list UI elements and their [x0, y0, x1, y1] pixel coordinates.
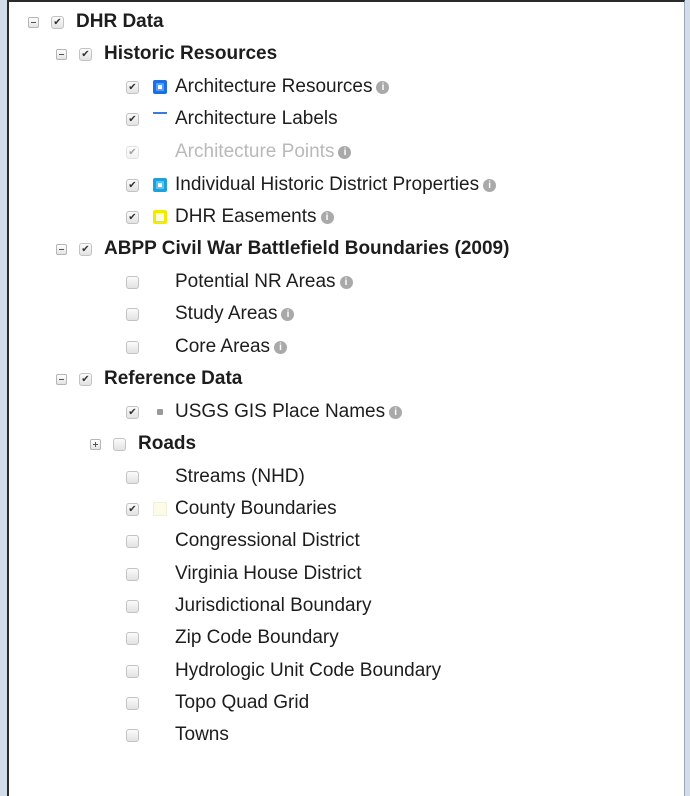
- checkbox-core-areas[interactable]: [126, 340, 139, 354]
- layer-jurisdictional-boundary[interactable]: Jurisdictional Boundary: [126, 590, 371, 622]
- layer-label: Roads: [138, 433, 197, 454]
- checkbox-streams[interactable]: [126, 470, 139, 484]
- checkbox-dhr-data[interactable]: [51, 15, 64, 29]
- layer-label: Core Areas: [175, 336, 271, 357]
- info-icon[interactable]: i: [320, 210, 334, 224]
- layer-topo-quad-grid[interactable]: Topo Quad Grid: [126, 687, 309, 719]
- collapse-icon[interactable]: [56, 48, 67, 60]
- layer-label: DHR Easements: [175, 206, 317, 227]
- layer-core-areas[interactable]: Core Areas i: [126, 331, 288, 363]
- layer-label: Historic Resources: [104, 43, 278, 64]
- layer-architecture-resources[interactable]: Architecture Resources i: [126, 71, 390, 103]
- layer-label: USGS GIS Place Names: [175, 401, 386, 422]
- layer-label: Zip Code Boundary: [175, 627, 339, 648]
- point-symbol-icon: [157, 409, 163, 415]
- layer-streams[interactable]: Streams (NHD): [126, 461, 305, 493]
- layer-label: Architecture Points: [175, 141, 335, 162]
- layer-group-reference-data[interactable]: Reference Data: [56, 363, 242, 395]
- layer-individual-historic-district-properties[interactable]: Individual Historic District Properties …: [126, 169, 497, 201]
- layer-towns[interactable]: Towns: [126, 719, 229, 751]
- cyan-square-symbol-icon: [153, 178, 167, 192]
- collapse-icon[interactable]: [28, 16, 39, 28]
- checkbox-individual-historic[interactable]: [126, 178, 139, 192]
- layer-label: Virginia House District: [175, 563, 362, 584]
- layer-dhr-easements[interactable]: DHR Easements i: [126, 201, 334, 233]
- layer-group-historic-resources[interactable]: Historic Resources: [56, 38, 277, 70]
- layer-congressional-district[interactable]: Congressional District: [126, 525, 360, 557]
- layer-label: Study Areas: [175, 303, 278, 324]
- checkbox-potential-nr[interactable]: [126, 275, 139, 289]
- checkbox-va-house[interactable]: [126, 567, 139, 581]
- layer-architecture-labels[interactable]: Architecture Labels: [126, 103, 338, 135]
- layer-label: Potential NR Areas: [175, 271, 336, 292]
- checkbox-architecture-points[interactable]: [126, 145, 139, 159]
- layer-county-boundaries[interactable]: County Boundaries: [126, 493, 337, 525]
- blue-square-symbol-icon: [153, 80, 167, 94]
- layer-usgs-place-names[interactable]: USGS GIS Place Names i: [126, 396, 403, 428]
- checkbox-topo[interactable]: [126, 696, 139, 710]
- collapse-icon[interactable]: [56, 243, 67, 255]
- checkbox-huc[interactable]: [126, 664, 139, 678]
- yellow-square-symbol-icon: [153, 210, 167, 224]
- layer-list-panel: DHR Data Historic Resources Architecture…: [7, 0, 685, 796]
- layer-group-abpp-battlefields[interactable]: ABPP Civil War Battlefield Boundaries (2…: [56, 233, 509, 265]
- info-icon[interactable]: i: [274, 340, 288, 354]
- collapse-icon[interactable]: [56, 373, 67, 385]
- line-symbol-icon: [153, 112, 167, 114]
- layer-label: Towns: [175, 724, 229, 745]
- layer-label: County Boundaries: [175, 498, 337, 519]
- checkbox-zip[interactable]: [126, 631, 139, 645]
- checkbox-study-areas[interactable]: [126, 307, 139, 321]
- checkbox-county[interactable]: [126, 502, 139, 516]
- expand-icon[interactable]: [90, 438, 101, 450]
- layer-label: Streams (NHD): [175, 466, 305, 487]
- checkbox-architecture-resources[interactable]: [126, 80, 139, 94]
- layer-label: Hydrologic Unit Code Boundary: [175, 660, 442, 681]
- checkbox-historic-resources[interactable]: [79, 47, 92, 61]
- checkbox-reference-data[interactable]: [79, 372, 92, 386]
- info-icon[interactable]: i: [483, 178, 497, 192]
- layer-hydrologic-unit-code-boundary[interactable]: Hydrologic Unit Code Boundary: [126, 655, 441, 687]
- info-icon[interactable]: i: [376, 80, 390, 94]
- checkbox-jurisdictional[interactable]: [126, 599, 139, 613]
- checkbox-dhr-easements[interactable]: [126, 210, 139, 224]
- layer-label: Topo Quad Grid: [175, 692, 310, 713]
- layer-label: ABPP Civil War Battlefield Boundaries (2…: [104, 238, 510, 259]
- layer-study-areas[interactable]: Study Areas i: [126, 298, 295, 330]
- layer-zip-code-boundary[interactable]: Zip Code Boundary: [126, 622, 339, 654]
- checkbox-congressional[interactable]: [126, 534, 139, 548]
- layer-label: Architecture Resources: [175, 76, 373, 97]
- layer-architecture-points[interactable]: Architecture Points i: [126, 136, 352, 168]
- info-icon[interactable]: i: [339, 275, 353, 289]
- info-icon[interactable]: i: [389, 405, 403, 419]
- layer-label: Congressional District: [175, 530, 360, 551]
- layer-label: Architecture Labels: [175, 108, 338, 129]
- layer-group-dhr-data[interactable]: DHR Data: [28, 6, 164, 38]
- layer-label: Jurisdictional Boundary: [175, 595, 372, 616]
- checkbox-towns[interactable]: [126, 728, 139, 742]
- checkbox-abpp[interactable]: [79, 242, 92, 256]
- layer-label: DHR Data: [76, 11, 164, 32]
- checkbox-roads[interactable]: [113, 437, 126, 451]
- layer-virginia-house-district[interactable]: Virginia House District: [126, 558, 362, 590]
- layer-label: Reference Data: [104, 368, 243, 389]
- layer-potential-nr-areas[interactable]: Potential NR Areas i: [126, 266, 353, 298]
- layer-label: Individual Historic District Properties: [175, 174, 480, 195]
- checkbox-architecture-labels[interactable]: [126, 112, 139, 126]
- checkbox-usgs[interactable]: [126, 405, 139, 419]
- polygon-symbol-icon: [153, 502, 167, 516]
- info-icon[interactable]: i: [338, 145, 352, 159]
- layer-group-roads[interactable]: Roads: [90, 428, 196, 460]
- info-icon[interactable]: i: [281, 307, 295, 321]
